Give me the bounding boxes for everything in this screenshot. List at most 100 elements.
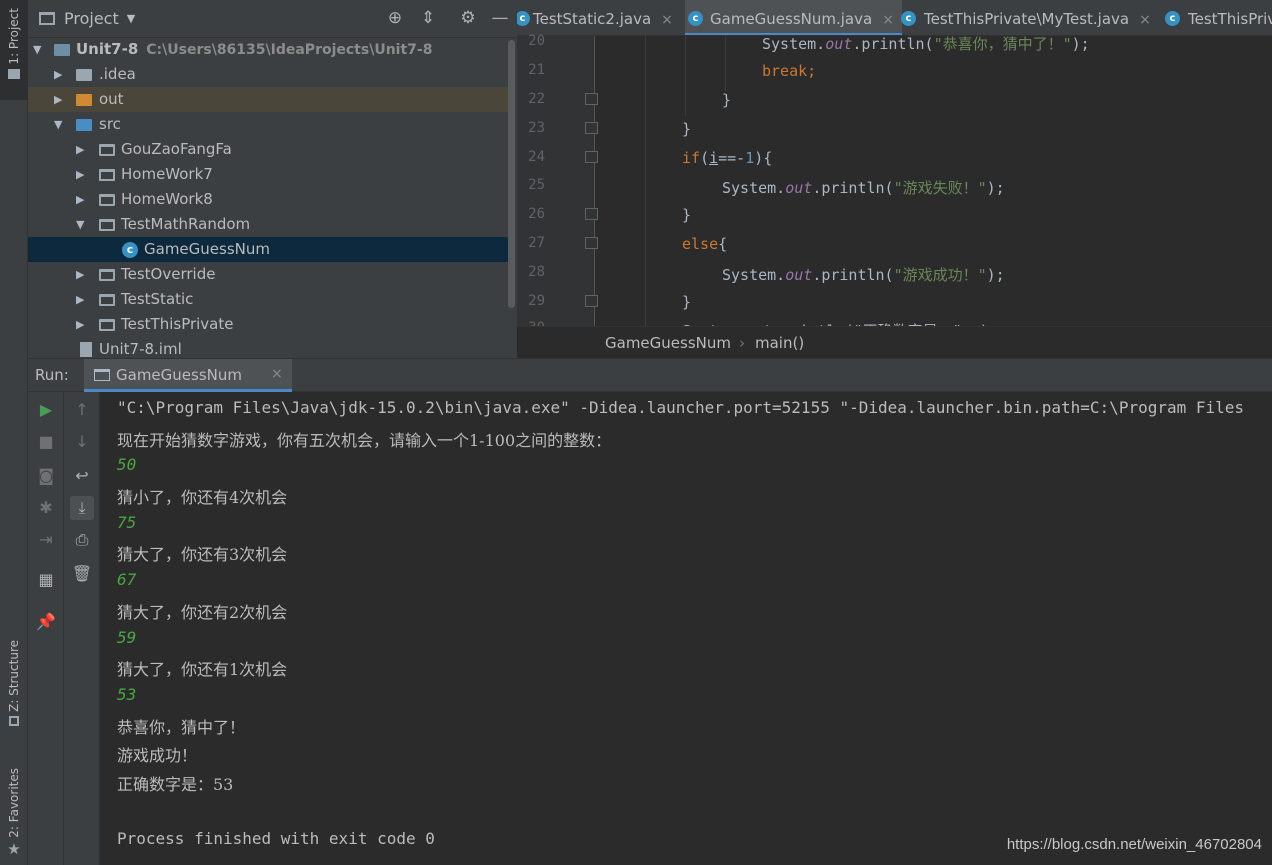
chevron-down-icon[interactable]: ▼ [54, 112, 66, 137]
editor-area: c TestStatic2.java × c GameGuessNum.java ×… [517, 0, 1272, 358]
console-output[interactable]: "C:\Program Files\Java\jdk-15.0.2\bin\ja… [100, 392, 1272, 865]
code-line-26: } [682, 206, 692, 224]
run-toolbar-secondary: ↑ ↓ ↩ ⤓ ⎙ 🗑 [64, 392, 100, 865]
chevron-right-icon[interactable]: ▶ [76, 287, 88, 312]
code-editor[interactable]: System.out.println("恭喜你，猜中了！"); break; }… [597, 35, 1272, 340]
line-number: 25 [528, 177, 545, 193]
chevron-right-icon[interactable]: ▶ [76, 312, 88, 337]
tree-item-package[interactable]: ▼ TestMathRandom [28, 212, 508, 237]
editor-tab[interactable]: c TestStatic2.java × [517, 0, 673, 35]
tree-item-class-selected[interactable]: c GameGuessNum [28, 237, 508, 262]
project-scrollbar[interactable] [508, 40, 515, 308]
tree-item-package[interactable]: ▶ TestOverride [28, 262, 508, 287]
console-line: "C:\Program Files\Java\jdk-15.0.2\bin\ja… [117, 398, 1245, 417]
tree-item-label: TestOverride [121, 265, 216, 283]
project-tool-tab[interactable]: 1: Project [0, 0, 28, 100]
project-panel-header: Project ▼ ⊕ ⇕ ⚙ — [28, 0, 517, 38]
locate-icon[interactable]: ⊕ [385, 8, 405, 28]
breadcrumb-class[interactable]: GameGuessNum [605, 327, 731, 358]
close-icon[interactable]: × [271, 366, 283, 382]
console-input-line: 53 [117, 685, 137, 704]
indent-guide [725, 36, 726, 91]
package-icon [99, 194, 115, 206]
camera-icon[interactable]: ◙ [34, 464, 58, 488]
tree-item-package[interactable]: ▶ TestThisPrivate [28, 312, 508, 337]
collapse-all-icon[interactable]: ⇕ [418, 8, 438, 28]
line-number: 21 [528, 62, 545, 78]
chevron-right-icon[interactable]: ▶ [76, 162, 88, 187]
trash-icon[interactable]: 🗑 [70, 562, 94, 586]
structure-tool-tab[interactable]: Z: Structure [0, 640, 28, 750]
chevron-right-icon[interactable]: ▶ [54, 87, 66, 112]
chevron-down-icon[interactable]: ▼ [127, 12, 135, 25]
soft-wrap-icon[interactable]: ↩ [70, 464, 94, 488]
watermark: https://blog.csdn.net/weixin_46702804 [1006, 836, 1262, 853]
console-line: 猜大了，你还有3次机会 [117, 545, 288, 564]
arrow-down-icon[interactable]: ↓ [70, 430, 94, 454]
console-input-line: 59 [117, 628, 137, 647]
debug-bug-icon[interactable]: ✱ [34, 496, 58, 520]
tree-item-iml[interactable]: Unit7-8.iml [28, 337, 508, 358]
stop-icon[interactable]: ■ [34, 430, 58, 454]
print-icon[interactable]: ⎙ [70, 528, 94, 552]
hide-panel-icon[interactable]: — [490, 8, 510, 28]
console-line: Process finished with exit code 0 [117, 829, 435, 848]
tree-item-label: .idea [99, 65, 136, 83]
chevron-down-icon[interactable]: ▼ [33, 37, 45, 62]
tree-item-package[interactable]: ▶ GouZaoFangFa [28, 137, 508, 162]
code-line-24: if(i==-1){ [682, 149, 773, 167]
package-icon [99, 169, 115, 181]
project-view-selector[interactable]: Project [64, 9, 119, 28]
tree-item-package[interactable]: ▶ HomeWork7 [28, 162, 508, 187]
scroll-to-end-icon[interactable]: ⤓ [70, 496, 94, 520]
project-tool-tab-label: 1: Project [7, 8, 21, 65]
code-line-28: System.out.println("游戏成功！"); [722, 266, 1005, 284]
run-tab-label: GameGuessNum [116, 366, 242, 384]
chevron-right-icon[interactable]: ▶ [76, 262, 88, 287]
gear-icon[interactable]: ⚙ [458, 8, 478, 28]
tree-item-root[interactable]: ▼ Unit7-8 C:\Users\86135\IdeaProjects\Uni… [28, 37, 508, 62]
code-line-20: System.out.println("恭喜你，猜中了！"); [762, 35, 1090, 53]
chevron-down-icon[interactable]: ▼ [76, 212, 88, 237]
layout-icon[interactable]: ▦ [34, 568, 58, 592]
tree-item-package[interactable]: ▶ TestStatic [28, 287, 508, 312]
tree-item-out[interactable]: ▶ out [28, 87, 508, 112]
tree-item-src[interactable]: ▼ src [28, 112, 508, 137]
run-tab[interactable]: GameGuessNum × [84, 359, 292, 392]
console-line: 正确数字是：53 [117, 775, 234, 794]
tree-item-package[interactable]: ▶ HomeWork8 [28, 187, 508, 212]
tree-item-idea[interactable]: ▶ .idea [28, 62, 508, 87]
rerun-icon[interactable]: ▶ [34, 398, 58, 422]
tree-item-label: GouZaoFangFa [121, 140, 232, 158]
code-line-21: break; [762, 62, 817, 80]
tree-item-label: out [99, 90, 124, 108]
chevron-right-icon[interactable]: ▶ [76, 137, 88, 162]
pin-icon[interactable]: 📌 [34, 610, 58, 634]
close-icon[interactable]: × [1139, 12, 1151, 28]
favorites-tool-tab[interactable]: 2: Favorites ★ [0, 768, 28, 863]
tree-item-label: src [99, 115, 121, 133]
java-class-icon: c [122, 242, 138, 258]
chevron-right-icon[interactable]: ▶ [54, 62, 66, 87]
line-number: 29 [528, 293, 545, 309]
console-line: 猜小了，你还有4次机会 [117, 488, 288, 507]
console-icon [94, 369, 110, 381]
editor-tab[interactable]: c TestThisPriv [1165, 0, 1272, 35]
close-icon[interactable]: × [661, 12, 673, 28]
line-number: 22 [528, 91, 545, 107]
chevron-right-icon[interactable]: ▶ [76, 187, 88, 212]
run-panel-label: Run: [35, 366, 69, 384]
arrow-up-icon[interactable]: ↑ [70, 398, 94, 422]
editor-tab-active[interactable]: c GameGuessNum.java × [685, 0, 902, 35]
tree-item-label: TestMathRandom [121, 215, 251, 233]
breadcrumb-method[interactable]: main() [755, 327, 804, 358]
tree-item-label: GameGuessNum [144, 240, 270, 258]
line-number: 20 [528, 33, 545, 49]
editor-tab[interactable]: c TestThisPrivate\MyTest.java × [901, 0, 1151, 35]
editor-gutter[interactable]: 20 21 22 23 24 25 26 27 28 29 30 [517, 33, 598, 336]
tree-item-label: HomeWork8 [121, 190, 213, 208]
close-icon[interactable]: × [882, 12, 894, 28]
console-line: 猜大了，你还有1次机会 [117, 660, 288, 679]
exit-icon[interactable]: ⇥ [34, 528, 58, 552]
project-tree: ▼ Unit7-8 C:\Users\86135\IdeaProjects\Uni… [28, 37, 508, 358]
